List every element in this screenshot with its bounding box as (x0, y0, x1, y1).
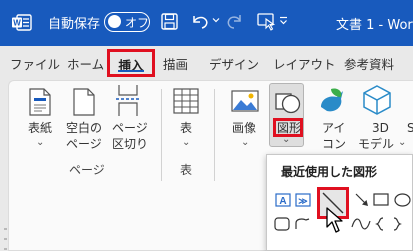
shapes-icon (275, 93, 301, 114)
tab-file[interactable]: ファイル (10, 54, 60, 73)
tab-insert[interactable]: 挿入 (107, 49, 155, 77)
blank-page-label-line1: 空白の (66, 121, 103, 135)
tab-layout[interactable]: レイアウト (273, 54, 336, 73)
toggle-knob (108, 15, 121, 28)
blank-page-label-line2: ページ (66, 137, 102, 151)
word-app-icon: W (12, 14, 32, 31)
document-title[interactable]: 文書 1 - Word (336, 14, 413, 33)
vertical-text-box-icon[interactable]: ≫ (295, 193, 311, 207)
3d-cube-icon (363, 85, 391, 115)
table-group-label: 表 (180, 163, 193, 177)
customize-qat-icon[interactable] (279, 16, 288, 25)
undo-icon[interactable] (190, 13, 210, 30)
rectangle-icon[interactable] (373, 193, 389, 206)
arrow-line-icon[interactable] (355, 193, 369, 207)
right-brace-icon[interactable] (392, 217, 402, 231)
curve-icon[interactable] (351, 217, 371, 231)
tab-home[interactable]: ホーム (67, 54, 104, 73)
pages-group-label: ページ (69, 163, 105, 177)
table-icon (173, 88, 199, 114)
rounded-rectangle-icon[interactable] (274, 217, 290, 231)
group-separator (161, 89, 162, 181)
text-box-icon[interactable]: A (275, 193, 291, 207)
vertical-ruler (4, 228, 7, 250)
shapes-gallery: 最近使用した図形 A ≫ (266, 154, 413, 251)
chevron-down-icon: ⌄ (241, 137, 250, 148)
mouse-pointer-icon (326, 207, 343, 233)
touch-mode-icon[interactable] (257, 13, 277, 31)
ribbon-tabs: ファイル ホーム 挿入 描画 デザイン レイアウト 参考資料 (0, 46, 413, 80)
redo-icon[interactable] (226, 13, 244, 30)
image-label: 画像 (232, 121, 257, 135)
smartart-label-partial[interactable]: S (407, 121, 413, 136)
undo-dropdown-icon[interactable] (212, 16, 220, 24)
svg-text:W: W (13, 19, 21, 28)
shapes-label: 図形 (277, 121, 302, 135)
group-separator (214, 89, 215, 181)
3d-models-label-line1: 3D (372, 121, 389, 135)
icons-icon (321, 88, 343, 112)
icons-label-line1: アイ (322, 121, 346, 135)
svg-text:≫: ≫ (298, 196, 307, 206)
title-bar: W 自動保存 オフ 文書 1 - Word (0, 0, 413, 46)
svg-text:A: A (279, 196, 286, 207)
cover-page-label: 表紙 (28, 121, 53, 135)
autosave-toggle[interactable]: オフ (104, 12, 150, 32)
shapes-button[interactable]: ⌄ (269, 83, 304, 147)
chevron-down-icon: ⌄ (36, 137, 45, 148)
3d-models-label-line2: モデル (358, 137, 395, 151)
tab-design[interactable]: デザイン (209, 54, 259, 73)
page-break-label-line2: 区切り (112, 137, 149, 151)
blank-page-icon (73, 88, 95, 116)
save-icon[interactable] (161, 13, 178, 30)
chevron-down-icon: ⌄ (398, 137, 407, 148)
tab-references[interactable]: 参考資料 (344, 54, 394, 73)
autosave-label: 自動保存 (48, 17, 101, 32)
page-break-label-line1: ページ (112, 121, 148, 135)
icons-label-line2: コン (322, 137, 347, 151)
page-break-icon (116, 85, 140, 116)
recent-shapes-heading: 最近使用した図形 (281, 165, 378, 179)
freeform-icon[interactable] (294, 217, 310, 231)
table-label: 表 (180, 121, 193, 135)
autosave-state: オフ (125, 16, 150, 30)
cover-page-icon (29, 88, 51, 116)
oval-icon[interactable] (394, 193, 411, 207)
left-brace-icon[interactable] (375, 217, 385, 231)
image-icon (231, 90, 259, 112)
tab-draw[interactable]: 描画 (163, 54, 188, 73)
active-tab-indicator (118, 70, 144, 72)
chevron-down-icon: ⌄ (182, 137, 191, 148)
